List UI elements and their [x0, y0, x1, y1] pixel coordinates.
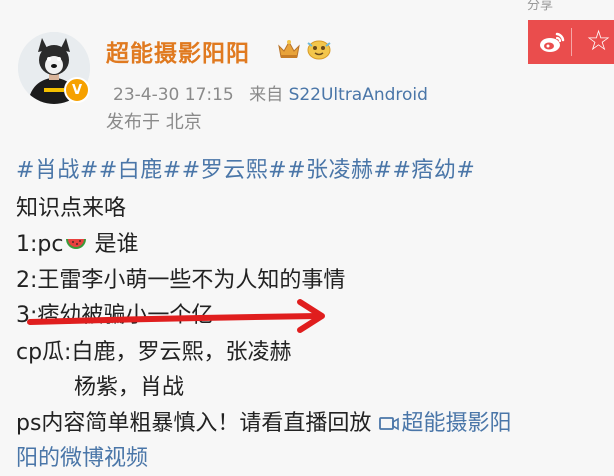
verified-v-icon: V [64, 77, 90, 103]
crown-icon [278, 40, 300, 58]
post-time: 23-4-30 17:15 [113, 85, 234, 105]
text-line: cp瓜:白鹿，罗云熙，张凌赫 [16, 340, 292, 365]
hashtag-line[interactable]: #肖战##白鹿##罗云熙##张凌赫##痞幼# [16, 152, 475, 184]
post-source[interactable]: S22UltraAndroid [289, 85, 428, 105]
text-fragment: 是谁 [94, 232, 139, 257]
text-line: 3:痞幼被骗小一个亿 [16, 303, 214, 328]
watermelon-icon [66, 239, 87, 249]
video-link[interactable]: 超能摄影阳 [401, 411, 511, 436]
star-icon[interactable]: ☆ [586, 27, 611, 55]
top-fragment-text: 分享 [527, 0, 554, 13]
text-line: 1:pc 是谁 [16, 226, 139, 258]
share-toolbar: ☆ [528, 20, 614, 64]
from-label: 来自 [249, 85, 284, 105]
text-line: 2:王雷李小萌一些不为人知的事情 [16, 268, 346, 293]
text-fragment: ps内容简单粗暴慎入！请看直播回放 [16, 411, 372, 436]
text-fragment: 1:pc [16, 232, 64, 257]
text-line: 杨紫，肖战 [74, 375, 185, 400]
post-meta: 23-4-30 17:15 来自 S22UltraAndroid [113, 80, 428, 105]
post-location: 发布于 北京 [106, 112, 202, 133]
weibo-share-icon[interactable] [538, 28, 566, 56]
medal-icon [307, 40, 331, 60]
text-line: 知识点来咯 [16, 196, 127, 221]
video-icon [379, 417, 400, 431]
text-line: ps内容简单粗暴慎入！请看直播回放 超能摄影阳 [16, 405, 511, 437]
video-link-continued[interactable]: 阳的微博视频 [16, 440, 148, 472]
username[interactable]: 超能摄影阳阳 [106, 34, 250, 68]
toolbar-divider [571, 28, 572, 56]
